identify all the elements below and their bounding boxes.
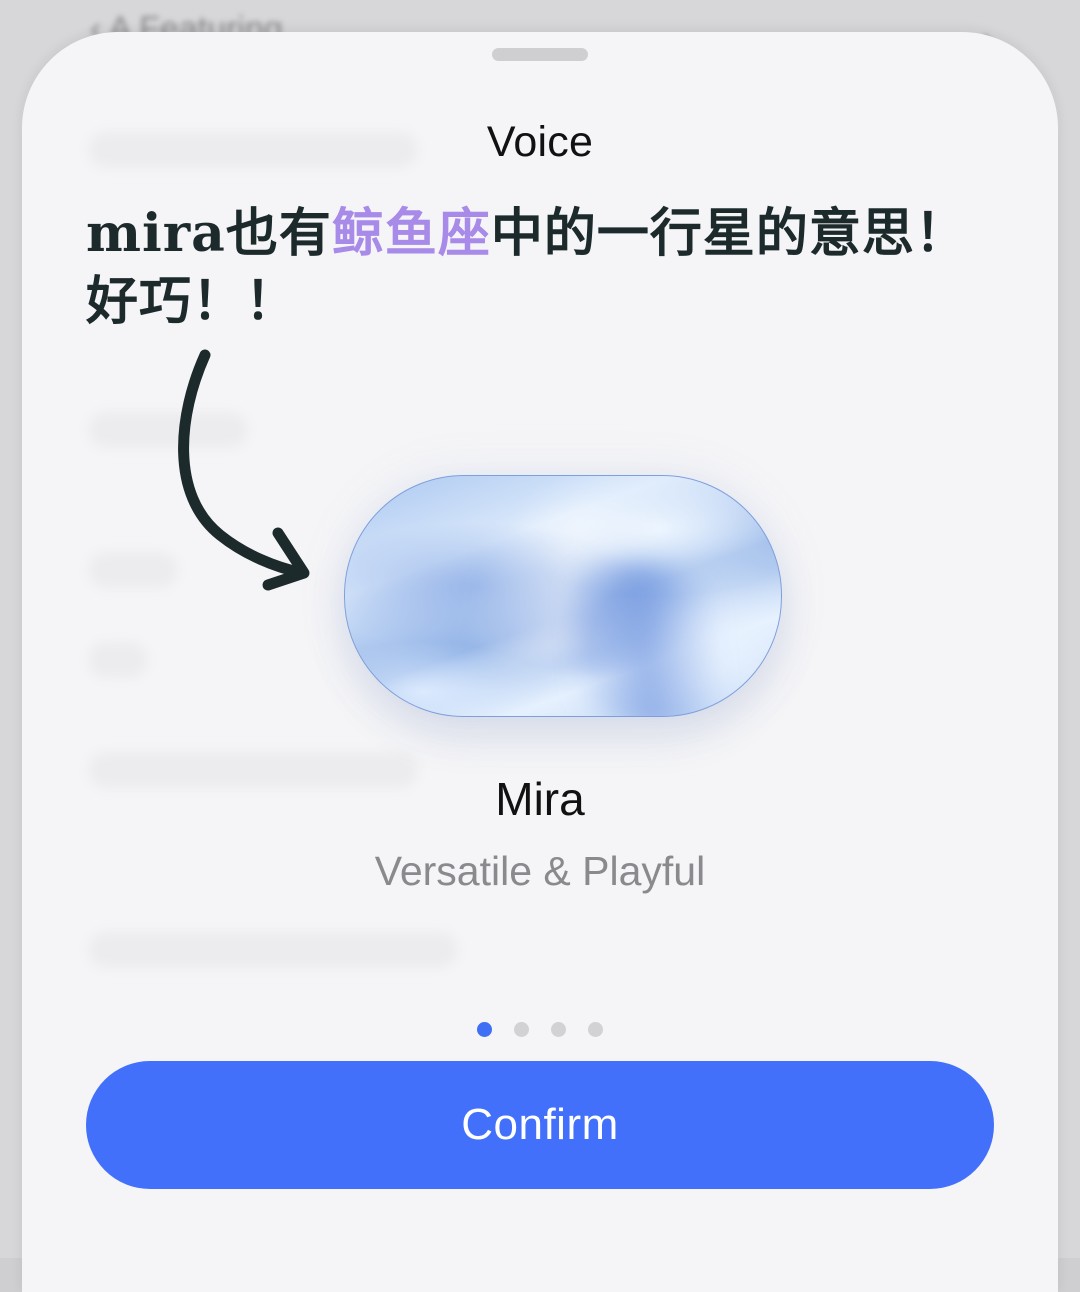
ghost-row [88,932,458,968]
annotation-line1-end: 中的一行星的意思！ [490,203,968,264]
page-dot[interactable] [514,1022,529,1037]
confirm-button[interactable]: Confirm [86,1061,994,1189]
annotation-line1-start: mira也有 [86,203,332,264]
page-dot-active[interactable] [477,1022,492,1037]
sheet-grabber[interactable] [492,48,588,61]
page-dot[interactable] [551,1022,566,1037]
sheet-title: Voice [486,118,594,166]
voice-orb[interactable] [344,475,782,717]
page-dot[interactable] [588,1022,603,1037]
voice-name: Mira [495,773,585,825]
annotation-highlight: 鲸鱼座 [331,203,491,264]
ghost-row [88,642,148,678]
curved-arrow-icon [178,349,310,591]
page-indicator[interactable] [22,1022,1058,1037]
annotation-text: mira也有鲸鱼座中的一行星的意思！ 好巧！！ [86,200,1026,336]
annotation-line2: 好巧！！ [86,271,299,332]
voice-description: Versatile & Playful [374,848,706,894]
